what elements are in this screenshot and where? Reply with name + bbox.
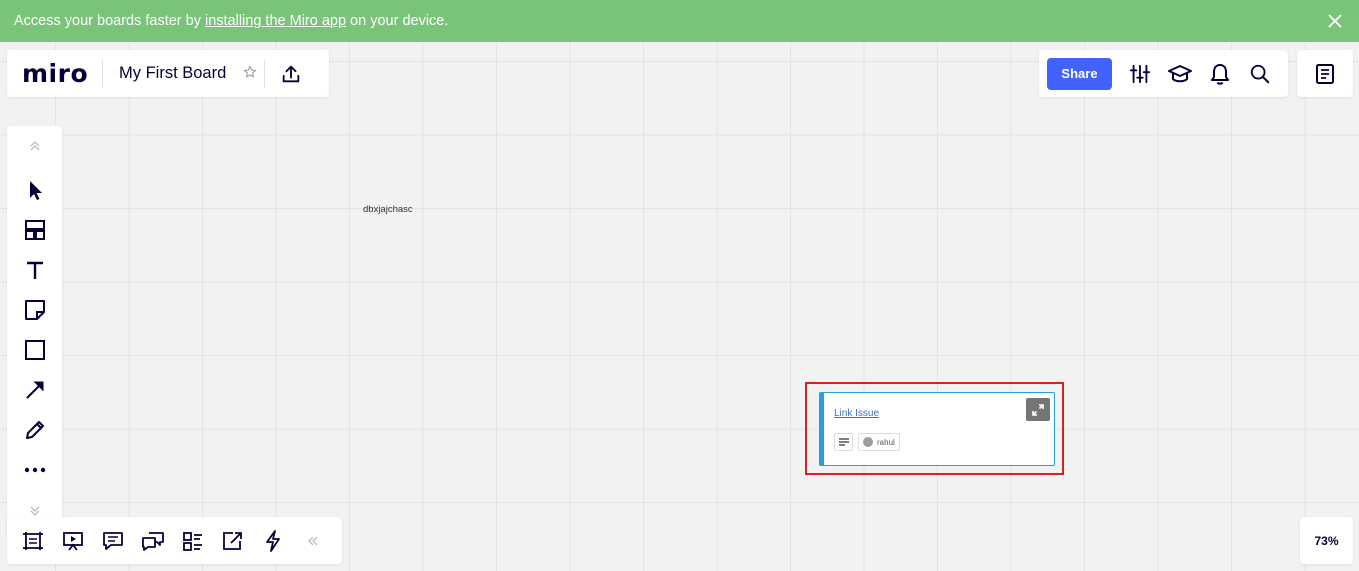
pen-icon bbox=[25, 421, 44, 439]
notifications-button[interactable] bbox=[1200, 50, 1240, 97]
presentation-button[interactable] bbox=[53, 521, 93, 561]
zoom-level[interactable]: 73% bbox=[1300, 517, 1353, 564]
card-list-icon bbox=[183, 531, 202, 551]
shape-tool[interactable] bbox=[7, 330, 62, 370]
expand-card-button[interactable] bbox=[1026, 398, 1050, 421]
notes-button[interactable] bbox=[1297, 50, 1353, 97]
pen-tool[interactable] bbox=[7, 410, 62, 450]
collapse-up-icon bbox=[30, 141, 39, 151]
comments-button[interactable] bbox=[93, 521, 133, 561]
more-icon bbox=[24, 467, 45, 473]
learning-cap-icon bbox=[1168, 64, 1192, 82]
more-tools-button[interactable] bbox=[7, 450, 62, 490]
board-header-panel: miro My First Board bbox=[7, 50, 329, 97]
card-description-button[interactable] bbox=[834, 433, 853, 451]
close-icon bbox=[1328, 14, 1342, 28]
card-list-button[interactable] bbox=[173, 521, 213, 561]
toolbar-scroll-up[interactable] bbox=[7, 131, 62, 161]
chat-icon bbox=[142, 531, 164, 551]
avatar bbox=[863, 437, 873, 447]
presentation-icon bbox=[63, 531, 83, 551]
share-screen-button[interactable] bbox=[213, 521, 253, 561]
templates-icon bbox=[24, 220, 45, 240]
select-tool[interactable] bbox=[7, 170, 62, 210]
bell-icon bbox=[1211, 63, 1229, 85]
description-lines-icon bbox=[838, 438, 849, 446]
apps-lightning-button[interactable] bbox=[253, 521, 293, 561]
connection-line-tool[interactable] bbox=[7, 370, 62, 410]
collapse-down-icon bbox=[30, 506, 39, 516]
text-icon bbox=[26, 261, 43, 279]
card-assignee[interactable]: rahul bbox=[858, 433, 900, 451]
sticky-note-tool[interactable] bbox=[7, 290, 62, 330]
board-settings-button[interactable] bbox=[1120, 50, 1160, 97]
bottom-toolbar bbox=[7, 517, 342, 564]
search-icon bbox=[1250, 64, 1270, 83]
frames-button[interactable] bbox=[13, 521, 53, 561]
frames-icon bbox=[23, 531, 43, 550]
board-canvas[interactable] bbox=[0, 42, 1359, 571]
settings-sliders-icon bbox=[1129, 64, 1151, 83]
export-button[interactable] bbox=[265, 50, 317, 97]
jira-card[interactable]: Link Issue rahul bbox=[819, 392, 1055, 466]
install-app-banner: Access your boards faster by installing … bbox=[0, 0, 1359, 42]
learning-center-button[interactable] bbox=[1160, 50, 1200, 97]
banner-text-before: Access your boards faster by bbox=[14, 13, 201, 29]
text-tool[interactable] bbox=[7, 250, 62, 290]
comments-icon bbox=[103, 531, 123, 550]
shape-rectangle-icon bbox=[24, 340, 45, 360]
arrow-line-icon bbox=[25, 381, 43, 399]
star-button[interactable] bbox=[236, 65, 264, 83]
lightning-icon bbox=[266, 529, 280, 552]
card-title-link[interactable]: Link Issue bbox=[834, 408, 879, 419]
share-button[interactable]: Share bbox=[1047, 57, 1112, 90]
creation-toolbar bbox=[7, 126, 62, 533]
share-screen-icon bbox=[223, 531, 242, 550]
assignee-name: rahul bbox=[877, 437, 895, 447]
banner-close-button[interactable] bbox=[1323, 9, 1347, 33]
sticky-note-icon bbox=[24, 300, 45, 320]
board-title[interactable]: My First Board bbox=[103, 64, 236, 83]
board-text-item[interactable]: dbxjajchasc bbox=[363, 204, 413, 215]
templates-tool[interactable] bbox=[7, 210, 62, 250]
collapse-toolbar-button[interactable] bbox=[293, 521, 333, 561]
collapse-left-icon bbox=[308, 536, 318, 545]
notes-icon bbox=[1316, 63, 1334, 84]
chat-button[interactable] bbox=[133, 521, 173, 561]
collaboration-panel: Share bbox=[1039, 50, 1288, 97]
export-upload-icon bbox=[283, 65, 300, 82]
miro-logo[interactable]: miro bbox=[7, 59, 102, 88]
search-button[interactable] bbox=[1240, 50, 1280, 97]
expand-icon bbox=[1032, 403, 1044, 416]
star-icon bbox=[244, 65, 257, 77]
banner-text-after: on your device. bbox=[350, 13, 449, 29]
select-cursor-icon bbox=[29, 181, 42, 200]
install-app-link[interactable]: installing the Miro app bbox=[205, 13, 346, 29]
